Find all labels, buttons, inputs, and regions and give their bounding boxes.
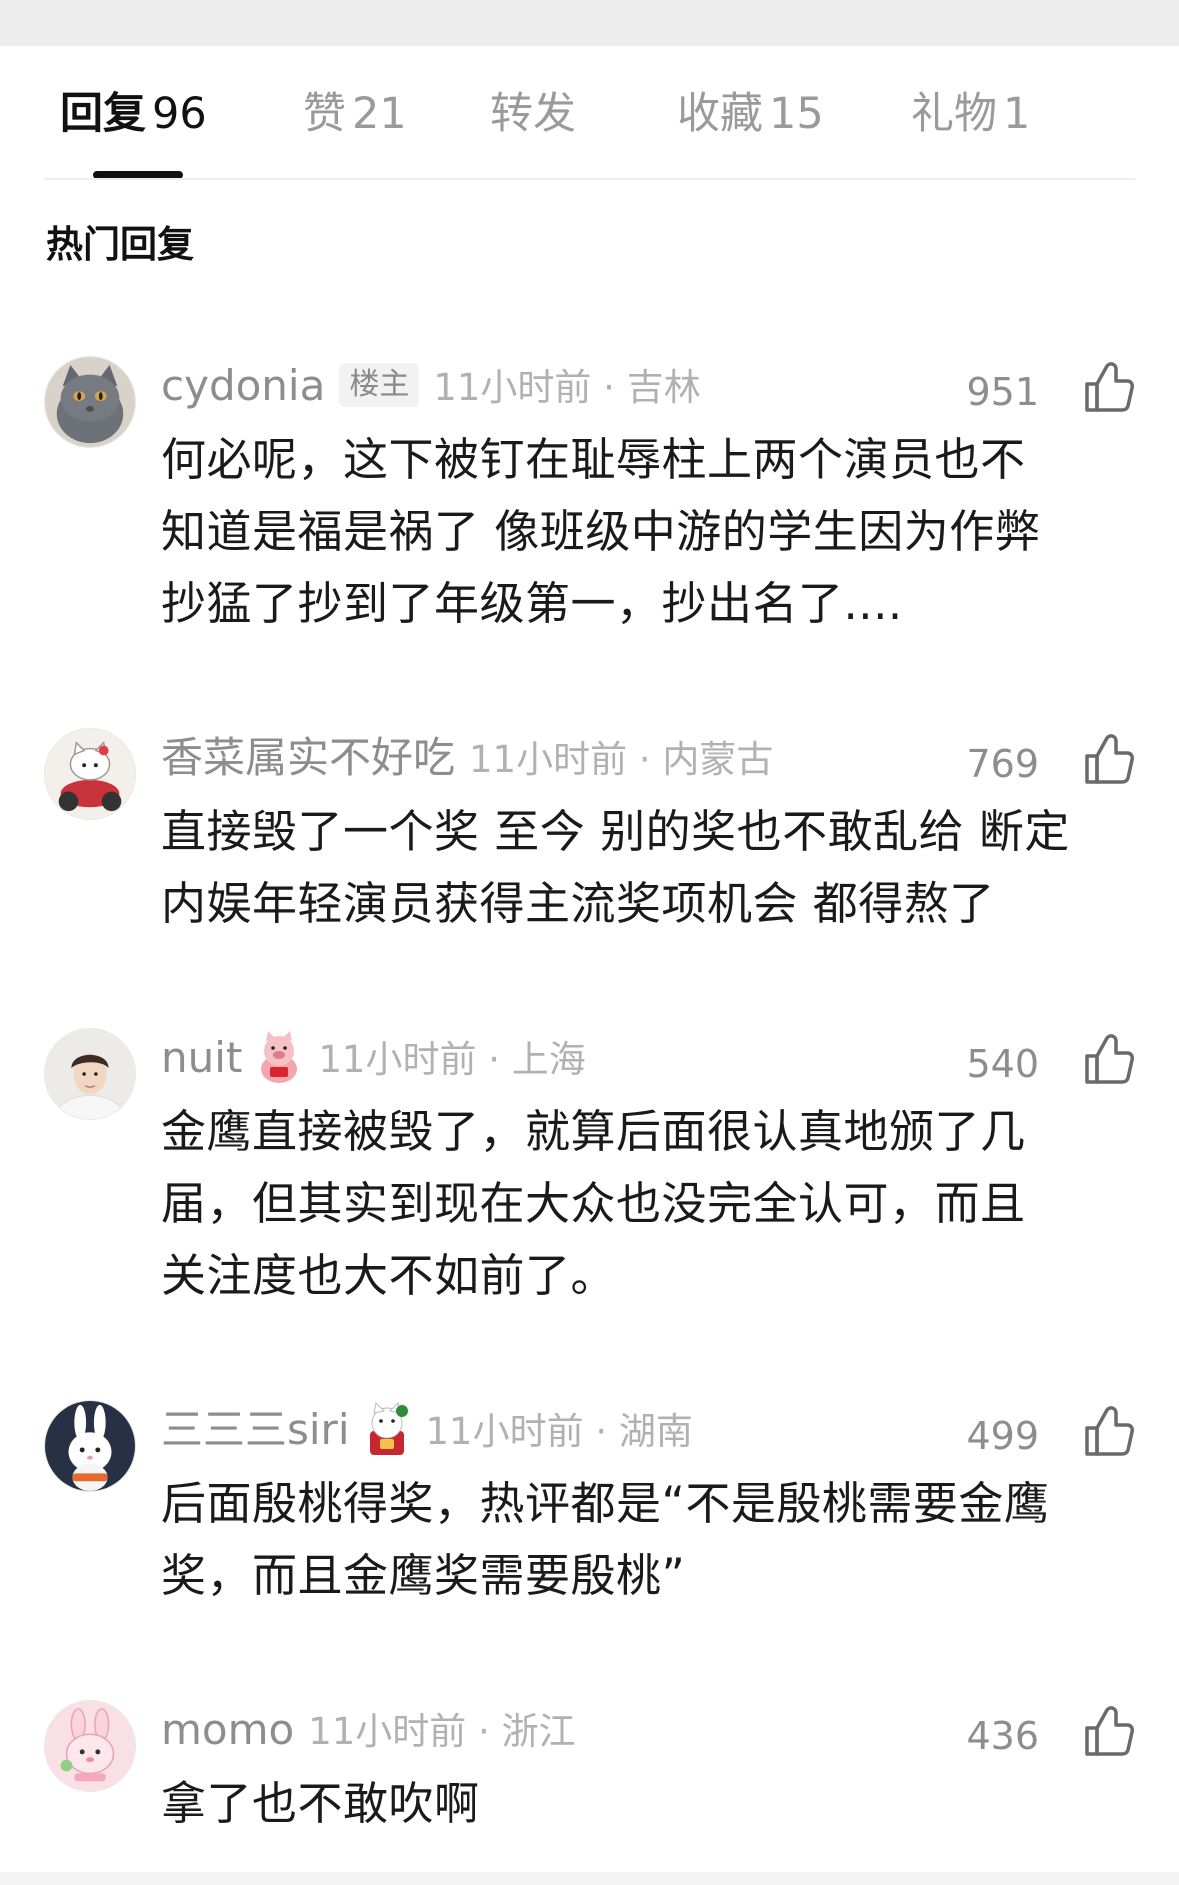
tab-likes[interactable]: 赞 21 [303,84,407,144]
time-location: 11小时前 · 上海 [318,1038,586,1081]
username[interactable]: 三三三siri [161,1405,350,1454]
bottom-separator [0,1872,1179,1885]
comment-line: 内娱年轻演员获得主流奖项机会 都得熬了 [161,877,995,930]
fortune-cat-icon [369,1401,408,1455]
hello-kitty-motorbike-avatar[interactable] [44,728,136,820]
comment-meta: momo 11小时前 · 浙江 [161,1700,576,1760]
comment-line: 直接毁了一个奖 至今 别的奖也不敢乱给 断定 [161,805,1070,858]
time-location: 11小时前 · 吉林 [433,366,701,409]
comment-line: 抄猛了抄到了年级第一，抄出名了.... [161,577,903,630]
tab-replies[interactable]: 回复 96 [60,84,207,144]
comment-line: 知道是福是祸了 像班级中游的学生因为作弊 [161,505,1041,558]
comment-body: 后面殷桃得奖，热评都是“不是殷桃需要金鹰 奖，而且金鹰奖需要殷桃” [161,1468,1141,1612]
tab-replies-label: 回复 [60,89,146,139]
comment-body: 金鹰直接被毁了，就算后面很认真地颁了几 届，但其实到现在大众也没完全认可，而且 … [161,1096,1141,1312]
time-location: 11小时前 · 湖南 [425,1410,693,1453]
thumbs-up-icon[interactable] [1083,1032,1135,1086]
tab-reposts[interactable]: 转发 [490,84,576,144]
username[interactable]: nuit [161,1033,242,1082]
gray-cat-avatar[interactable] [44,356,136,448]
comment-meta: cydonia 楼主 11小时前 · 吉林 [161,356,701,416]
thumbs-up-icon[interactable] [1083,732,1135,786]
thumbs-up-icon[interactable] [1083,360,1135,414]
tab-gifts-label: 礼物 [911,89,997,139]
username[interactable]: 香菜属实不好吃 [161,733,455,782]
tab-reposts-label: 转发 [490,89,576,139]
comment-line: 金鹰直接被毁了，就算后面很认真地颁了几 [161,1105,1026,1158]
like-count: 540 [966,1042,1039,1086]
comment-line: 拿了也不敢吹啊 [161,1777,480,1830]
pink-rabbit-avatar[interactable] [44,1700,136,1792]
comment-meta: 香菜属实不好吃 11小时前 · 内蒙古 [161,728,773,788]
comment-meta: nuit 11小时前 · 上海 [161,1028,586,1088]
comment-body: 直接毁了一个奖 至今 别的奖也不敢乱给 断定 内娱年轻演员获得主流奖项机会 都得… [161,796,1141,940]
comments-page: 回复 96 赞 21 转发 收藏 15 礼物 1 热门回复 cydonia 楼主… [0,0,1179,1885]
like-count: 436 [966,1714,1039,1758]
comment-line: 何必呢，这下被钉在耻辱柱上两个演员也不 [161,433,1026,486]
comment-line: 奖，而且金鹰奖需要殷桃” [161,1549,686,1602]
man-portrait-avatar[interactable] [44,1028,136,1120]
tab-gifts[interactable]: 礼物 1 [911,84,1030,144]
op-badge: 楼主 [339,363,420,407]
thumbs-up-icon[interactable] [1083,1704,1135,1758]
white-rabbit-avatar[interactable] [44,1400,136,1492]
tab-favorites[interactable]: 收藏 15 [677,84,824,144]
tab-favorites-count: 15 [769,89,824,139]
username[interactable]: cydonia [161,361,325,410]
top-separator [0,0,1179,46]
time-location: 11小时前 · 浙江 [308,1710,576,1753]
tab-divider [44,178,1135,180]
username[interactable]: momo [161,1705,294,1754]
tab-favorites-label: 收藏 [677,89,763,139]
like-count: 769 [966,742,1039,786]
tab-likes-label: 赞 [303,89,346,139]
comment-body: 拿了也不敢吹啊 [161,1768,1141,1840]
time-location: 11小时前 · 内蒙古 [469,738,774,781]
thumbs-up-icon[interactable] [1083,1404,1135,1458]
tab-likes-count: 21 [352,89,407,139]
comment-line: 关注度也大不如前了。 [161,1249,617,1302]
comment-meta: 三三三siri 11小时前 · 湖南 [161,1400,693,1460]
tab-replies-count: 96 [152,89,207,139]
comment-body: 何必呢，这下被钉在耻辱柱上两个演员也不 知道是福是祸了 像班级中游的学生因为作弊… [161,424,1141,640]
comment-line: 届，但其实到现在大众也没完全认可，而且 [161,1177,1026,1230]
section-title: 热门回复 [46,223,194,266]
comment-line: 后面殷桃得奖，热评都是“不是殷桃需要金鹰 [161,1477,1050,1530]
like-count: 499 [966,1414,1039,1458]
tab-gifts-count: 1 [1003,89,1031,139]
like-count: 951 [966,370,1039,414]
pig-figure-icon [261,1031,298,1083]
tab-bar: 回复 96 赞 21 转发 收藏 15 礼物 1 [0,46,1179,179]
